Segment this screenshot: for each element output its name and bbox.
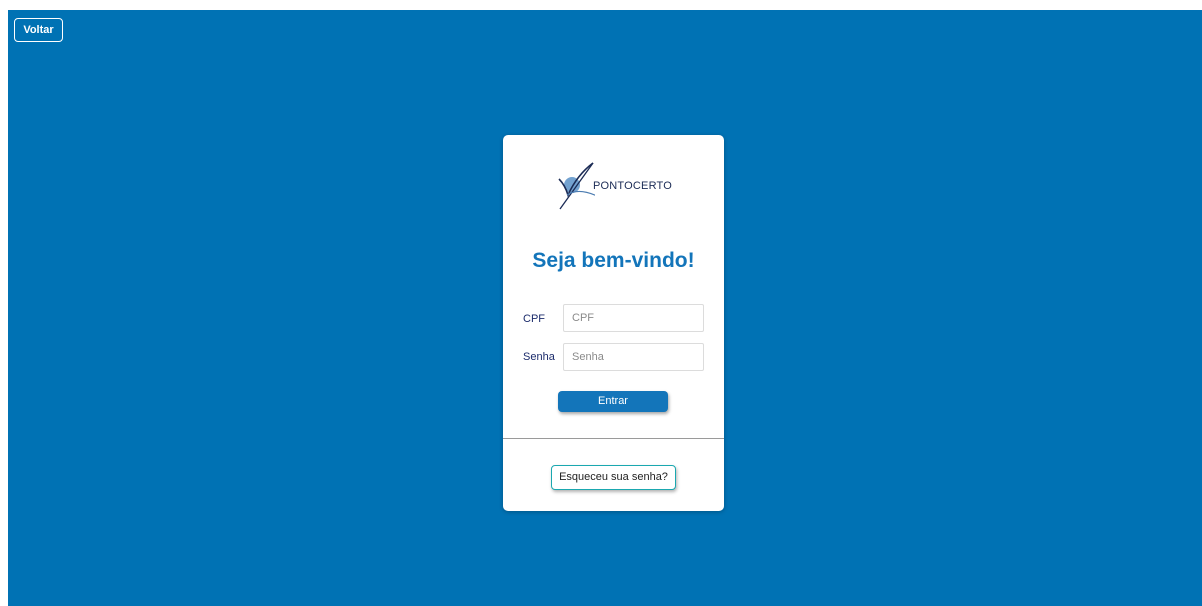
card-divider <box>503 438 724 439</box>
cpf-label: CPF <box>523 313 545 325</box>
back-button[interactable]: Voltar <box>14 18 63 42</box>
login-button[interactable]: Entrar <box>558 391 668 412</box>
password-label: Senha <box>523 351 555 363</box>
welcome-title: Seja bem-vindo! <box>532 249 695 272</box>
pontocerto-check-logo-icon <box>558 162 595 210</box>
logo-text: PONTOCERTO <box>593 180 673 192</box>
password-input[interactable] <box>563 343 704 371</box>
cpf-input[interactable] <box>563 304 704 332</box>
login-card: PONTOCERTO Seja bem-vindo! CPF Senha Ent… <box>503 135 724 511</box>
forgot-password-button[interactable]: Esqueceu sua senha? <box>551 465 676 490</box>
page-background: Voltar PONTOCERTO Seja bem-vindo! CPF Se… <box>8 10 1202 606</box>
logo: PONTOCERTO <box>555 161 675 211</box>
